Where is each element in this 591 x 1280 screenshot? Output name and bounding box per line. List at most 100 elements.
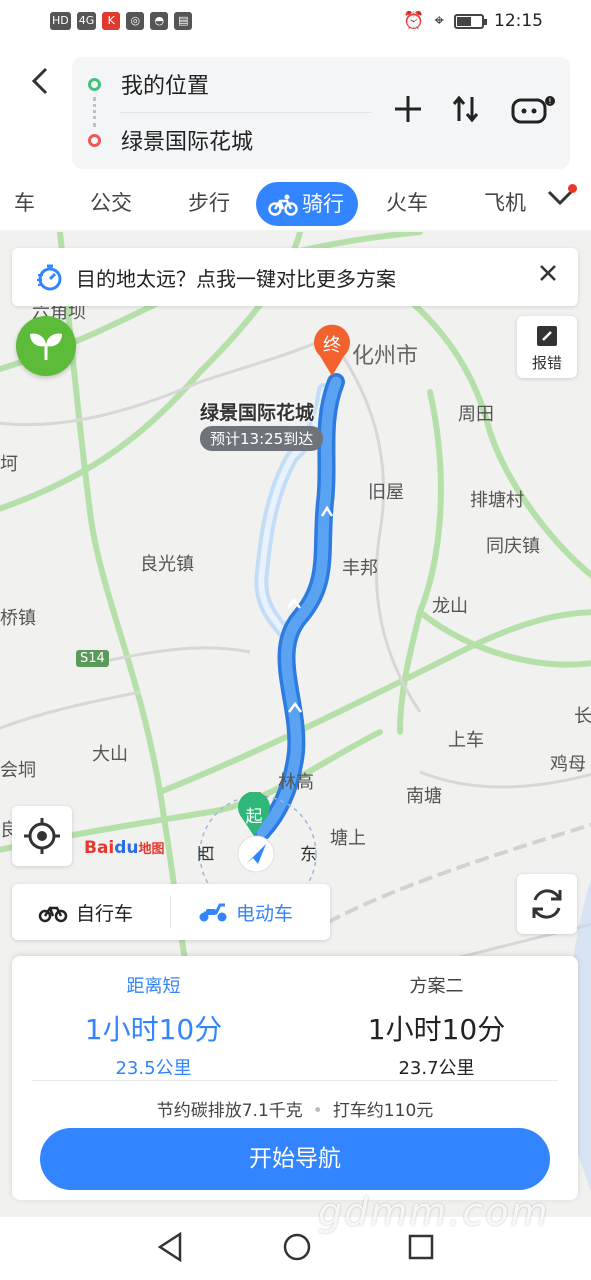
- report-label: 报错: [531, 354, 562, 372]
- map-label: 排塘村: [470, 490, 524, 511]
- map-label: 南塘: [406, 786, 442, 807]
- plus-icon: [395, 96, 421, 122]
- tab-flight[interactable]: 飞机: [484, 180, 526, 226]
- edit-icon: [537, 326, 557, 346]
- highway-shield: S14: [76, 650, 109, 667]
- leaf-icon: [30, 333, 62, 360]
- map-label: 同庆镇: [486, 536, 540, 557]
- tab-car[interactable]: 车: [14, 180, 35, 226]
- stopwatch-icon: [37, 264, 62, 291]
- tab-train[interactable]: 火车: [386, 180, 428, 226]
- plan-option-1[interactable]: 距离短 1小时10分 23.5公里: [12, 956, 295, 1080]
- chevron-left-icon: [31, 67, 48, 95]
- status-right-icons: ⏰ ⌖ 12:15: [403, 11, 543, 31]
- crosshair-icon: [24, 818, 60, 854]
- bicycle-icon: [38, 906, 68, 923]
- refresh-icon: [532, 889, 562, 919]
- route-input-box: 我的位置 绿景国际花城 !: [72, 57, 570, 169]
- option-bicycle[interactable]: 自行车: [38, 884, 133, 940]
- map-label: 周田: [458, 404, 494, 425]
- eco-leaf-button[interactable]: [16, 316, 76, 376]
- swap-button[interactable]: [446, 93, 486, 133]
- map-label: 长: [574, 706, 591, 727]
- battery-icon: [454, 13, 487, 29]
- plan-distance: 23.7公里: [398, 1058, 475, 1079]
- taxi-estimate: 打车约110元: [332, 1101, 434, 1121]
- back-button[interactable]: [22, 66, 58, 106]
- status-left-icons: HD 4G K ◎ ◓ ▤: [50, 12, 193, 30]
- destination-text: 绿景国际花城: [121, 130, 254, 155]
- map-label: 桥镇: [0, 608, 36, 629]
- origin-field[interactable]: 我的位置: [72, 57, 372, 111]
- robot-icon: !: [511, 96, 555, 124]
- brand-map: 地图: [138, 842, 165, 857]
- divider: [170, 896, 171, 928]
- destination-dot-icon: [88, 133, 101, 147]
- home-circle-icon[interactable]: [281, 1231, 313, 1263]
- baidu-map-logo: Baidu地图: [84, 838, 165, 858]
- recents-square-icon[interactable]: [406, 1231, 436, 1263]
- eta-badge: 预计13:25到达: [200, 426, 324, 451]
- watermark: gdmm.com: [318, 1190, 550, 1234]
- sdcard-icon: ▤: [174, 12, 193, 30]
- map-label: 坷: [0, 454, 18, 475]
- tab-cycling[interactable]: 骑行: [256, 182, 358, 226]
- map-label: 林高: [278, 772, 314, 793]
- map-label: 大山: [92, 744, 128, 765]
- banner-close-button[interactable]: [538, 260, 558, 290]
- more-options-button[interactable]: !: [510, 93, 555, 133]
- option-ebike[interactable]: 电动车: [198, 884, 293, 940]
- back-triangle-icon[interactable]: [156, 1231, 184, 1263]
- brand-du: du: [114, 838, 139, 858]
- plan-duration: 1小时10分: [84, 1013, 223, 1046]
- shield-icon: ◎: [126, 12, 145, 30]
- route-header: 我的位置 绿景国际花城 !: [0, 44, 591, 180]
- plan-distance: 23.5公里: [115, 1058, 192, 1079]
- plan-name: 方案二: [409, 976, 464, 997]
- locate-me-button[interactable]: [12, 806, 72, 866]
- destination-field[interactable]: 绿景国际花城: [72, 113, 372, 167]
- end-marker-icon: 终: [314, 324, 350, 376]
- end-marker-label: 终: [323, 335, 341, 356]
- travel-mode-tabs: 车 公交 步行 骑行 火车 飞机: [0, 180, 591, 230]
- tab-cycling-label: 骑行: [302, 192, 344, 216]
- carbon-saving: 节约碳排放7.1千克: [156, 1101, 303, 1121]
- map-label: 旧屋: [368, 482, 404, 503]
- svg-text:!: !: [548, 97, 551, 106]
- clock: 12:15: [494, 11, 543, 31]
- refresh-button[interactable]: [517, 874, 577, 934]
- map-label: 鸡母: [550, 754, 586, 775]
- alarm-icon: ⏰: [403, 11, 425, 31]
- map-label: 化州市: [352, 344, 419, 369]
- origin-text: 我的位置: [121, 74, 210, 99]
- brand-bai: Bai: [84, 838, 115, 858]
- map-label: 丰邦: [342, 558, 378, 579]
- location-icon: ⌖: [434, 11, 444, 31]
- map-label: 龙山: [432, 596, 468, 617]
- plan-name: 距离短: [126, 976, 181, 997]
- destination-map-label: 绿景国际花城: [200, 402, 315, 424]
- tab-walk[interactable]: 步行: [188, 180, 230, 226]
- map-label: 良光镇: [140, 554, 194, 575]
- savings-info: 节约碳排放7.1千克 • 打车约110元: [12, 1096, 578, 1121]
- dot-separator: •: [312, 1101, 323, 1121]
- hd-icon: HD: [50, 12, 71, 30]
- tab-bus[interactable]: 公交: [90, 180, 132, 226]
- add-waypoint-button[interactable]: [388, 93, 428, 133]
- map-label: 塘上: [330, 828, 366, 849]
- plan-option-2[interactable]: 方案二 1小时10分 23.7公里: [295, 956, 578, 1080]
- origin-dot-icon: [88, 77, 101, 91]
- close-icon: [540, 265, 556, 281]
- map-label: 上车: [448, 730, 484, 751]
- banner-text: 目的地太远？点我一键对比更多方案: [76, 266, 396, 291]
- notification-dot: [568, 184, 577, 193]
- status-bar: HD 4G K ◎ ◓ ▤ ⏰ ⌖ 12:15: [0, 0, 591, 44]
- start-navigation-button[interactable]: 开始导航: [40, 1128, 550, 1190]
- signal-icon: 4G: [76, 12, 97, 30]
- app-k-icon: K: [102, 12, 121, 30]
- compare-plans-banner[interactable]: 目的地太远？点我一键对比更多方案: [12, 248, 578, 306]
- start-marker-label: 起: [246, 807, 263, 827]
- report-error-button[interactable]: 报错: [517, 316, 577, 378]
- qq-icon: ◓: [150, 12, 169, 30]
- bicycle-label: 自行车: [76, 902, 134, 925]
